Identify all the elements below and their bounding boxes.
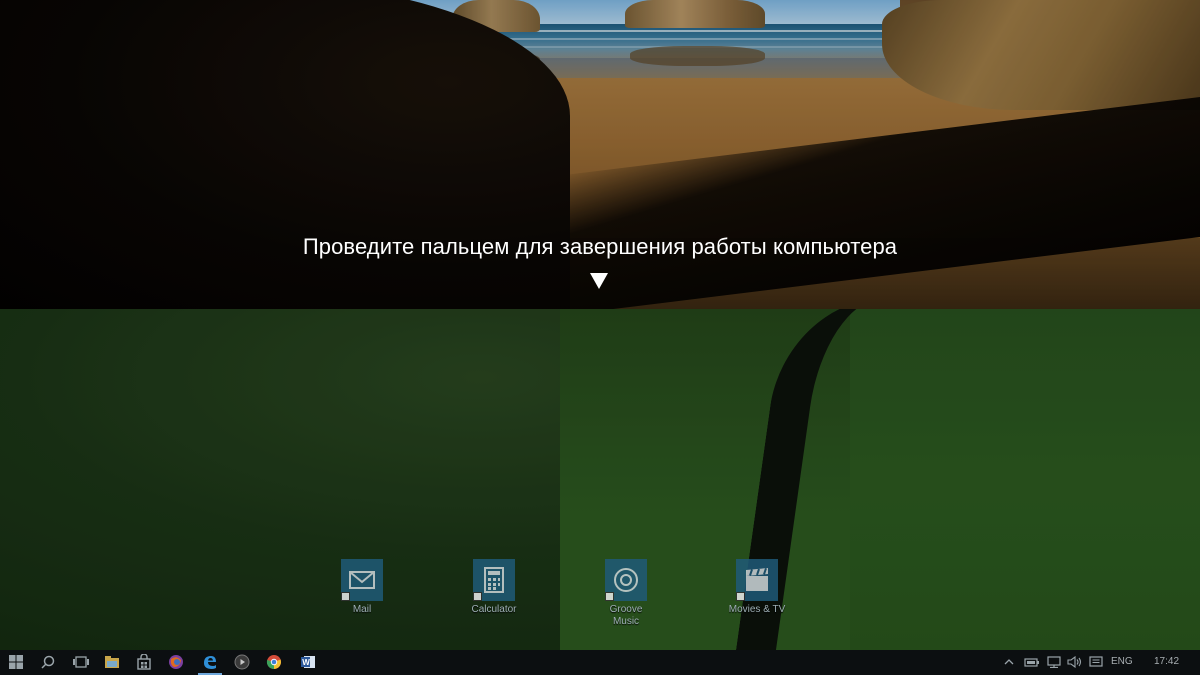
shortcut-arrow-icon <box>341 592 350 601</box>
desktop-icon-calculator[interactable]: Calculator <box>454 559 534 616</box>
desktop-icon-label: Movies & TV <box>728 604 786 615</box>
panel-dim-overlay <box>0 0 1200 309</box>
groove-music-icon <box>605 559 647 601</box>
desktop: Mail Calculator Groove Music Movies & TV <box>0 309 1200 650</box>
edge-icon[interactable] <box>194 650 226 675</box>
desktop-icon-label: Calculator <box>471 604 517 615</box>
store-icon[interactable] <box>128 650 160 675</box>
file-explorer-icon[interactable] <box>96 650 128 675</box>
search-icon[interactable] <box>32 650 64 675</box>
triangle-down-icon[interactable] <box>590 273 608 289</box>
windows-start-icon[interactable] <box>0 650 32 675</box>
mail-icon <box>341 559 383 601</box>
clock[interactable]: 17:42 <box>1154 656 1179 667</box>
shortcut-arrow-icon <box>736 592 745 601</box>
calculator-icon <box>473 559 515 601</box>
shortcut-arrow-icon <box>605 592 614 601</box>
firefox-icon[interactable] <box>160 650 192 675</box>
shortcut-arrow-icon <box>473 592 482 601</box>
chrome-icon[interactable] <box>258 650 290 675</box>
slide-to-shutdown-panel[interactable]: Проведите пальцем для завершения работы … <box>0 0 1200 309</box>
movies-tv-icon <box>736 559 778 601</box>
desktop-icon-mail[interactable]: Mail <box>322 559 402 616</box>
taskbar: W ENG 17:42 <box>0 650 1200 675</box>
word-icon[interactable]: W <box>292 650 324 675</box>
svg-text:W: W <box>302 658 310 667</box>
slide-instruction-text: Проведите пальцем для завершения работы … <box>302 234 898 259</box>
desktop-icon-label: Groove Music <box>609 604 643 627</box>
media-player-icon[interactable] <box>226 650 258 675</box>
desktop-icon-label: Mail <box>352 604 372 615</box>
desktop-icon-groove-music[interactable]: Groove Music <box>586 559 666 628</box>
task-view-icon[interactable] <box>64 650 96 675</box>
input-language-indicator[interactable]: ENG <box>1111 656 1133 667</box>
desktop-icon-movies-tv[interactable]: Movies & TV <box>717 559 797 616</box>
